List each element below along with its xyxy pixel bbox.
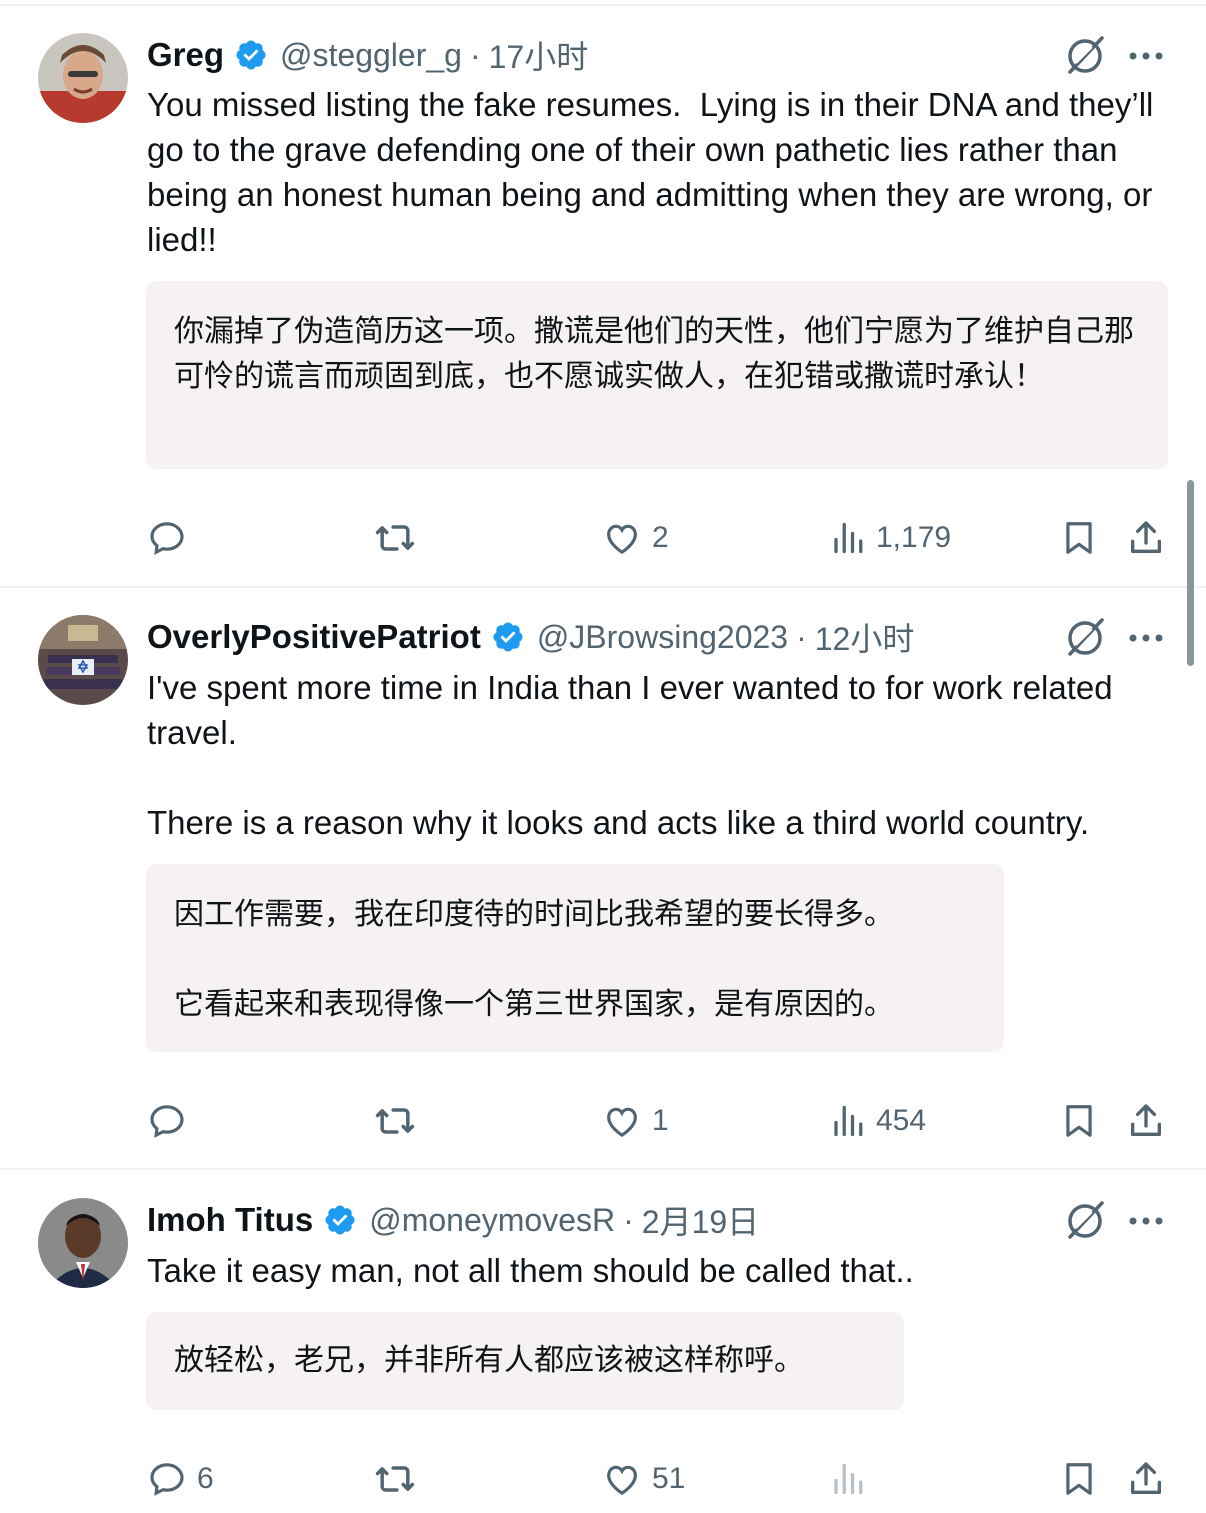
- views-button[interactable]: [830, 1455, 876, 1503]
- reply-icon: [150, 1463, 184, 1496]
- top-divider: [0, 4, 1206, 6]
- bookmark-button[interactable]: [1060, 514, 1098, 562]
- grok-icon[interactable]: [1062, 1198, 1108, 1244]
- repost-icon: [375, 1466, 415, 1492]
- like-button[interactable]: 2: [602, 514, 669, 562]
- verified-badge-icon: [323, 1203, 357, 1237]
- reply-icon: [150, 1105, 184, 1138]
- handle[interactable]: @steggler_g: [280, 37, 462, 74]
- like-icon: [607, 1465, 637, 1496]
- like-icon: [607, 1107, 637, 1138]
- separator: ·: [623, 1201, 634, 1238]
- reply-button[interactable]: [147, 514, 197, 562]
- views-icon: [834, 522, 863, 554]
- views-count: 1,179: [876, 521, 952, 554]
- action-bar: 1 454: [0, 1097, 1206, 1145]
- reply-button[interactable]: [147, 1097, 197, 1145]
- tweet-text: Take it easy man, not all them should be…: [147, 1252, 914, 1289]
- tweet-header: Greg @steggler_g · 17小时: [147, 35, 588, 75]
- translation-box: 因工作需要，我在印度待的时间比我希望的要长得多。 它看起来和表现得像一个第三世界…: [146, 864, 1004, 1052]
- tweet-text: I've spent more time in India than I eve…: [147, 669, 1113, 841]
- views-icon: [834, 1105, 863, 1137]
- tweet-header: OverlyPositivePatriot @JBrowsing2023 · 1…: [147, 617, 914, 657]
- handle[interactable]: @moneymovesR: [369, 1202, 615, 1239]
- repost-button[interactable]: [373, 1097, 417, 1145]
- share-button[interactable]: [1126, 1097, 1166, 1145]
- bookmark-button[interactable]: [1060, 1455, 1098, 1503]
- views-icon: [834, 1463, 863, 1495]
- verified-badge-icon: [234, 38, 268, 72]
- display-name[interactable]: OverlyPositivePatriot: [147, 618, 481, 656]
- reply-icon: [150, 522, 184, 555]
- bookmark-icon: [1066, 1105, 1092, 1137]
- timestamp[interactable]: 2月19日: [642, 1197, 759, 1243]
- more-icon[interactable]: [1126, 1201, 1166, 1241]
- share-icon: [1131, 1462, 1161, 1494]
- separator: ·: [469, 36, 481, 73]
- divider: [0, 1168, 1206, 1170]
- verified-badge-icon: [491, 620, 525, 654]
- separator: ·: [796, 618, 807, 655]
- scrollbar[interactable]: [1187, 480, 1194, 666]
- bookmark-icon: [1066, 522, 1092, 554]
- share-button[interactable]: [1126, 514, 1166, 562]
- bookmark-icon: [1066, 1463, 1092, 1495]
- action-bar: 2 1,179: [0, 514, 1206, 562]
- like-button[interactable]: 1: [602, 1097, 669, 1145]
- display-name[interactable]: Imoh Titus: [147, 1201, 313, 1239]
- display-name[interactable]: Greg: [147, 36, 224, 74]
- handle[interactable]: @JBrowsing2023: [537, 619, 788, 656]
- repost-icon: [375, 525, 415, 551]
- translation-box: 你漏掉了伪造简历这一项。撒谎是他们的天性，他们宁愿为了维护自己那可怜的谎言而顽固…: [146, 281, 1168, 469]
- grok-icon[interactable]: [1062, 615, 1108, 661]
- more-icon[interactable]: [1126, 36, 1166, 76]
- repost-button[interactable]: [373, 514, 417, 562]
- translation-box: 放轻松，老兄，并非所有人都应该被这样称呼。: [146, 1312, 904, 1410]
- avatar[interactable]: [38, 615, 128, 705]
- views-button[interactable]: 454: [830, 1097, 926, 1145]
- like-count: 1: [652, 1104, 669, 1137]
- share-icon: [1131, 1104, 1161, 1136]
- like-icon: [607, 524, 637, 555]
- reply-count: 6: [197, 1462, 214, 1495]
- tweet-header: Imoh Titus @moneymovesR · 2月19日: [147, 1200, 759, 1240]
- action-bar: 6 51: [0, 1455, 1206, 1503]
- timestamp[interactable]: 12小时: [815, 614, 915, 660]
- more-icon[interactable]: [1126, 618, 1166, 658]
- share-button[interactable]: [1126, 1455, 1166, 1503]
- views-button[interactable]: 1,179: [830, 514, 951, 562]
- bookmark-button[interactable]: [1060, 1097, 1098, 1145]
- reply-button[interactable]: 6: [147, 1455, 214, 1503]
- grok-icon[interactable]: [1062, 33, 1108, 79]
- repost-button[interactable]: [373, 1455, 417, 1503]
- avatar[interactable]: [38, 33, 128, 123]
- views-count: 454: [876, 1104, 927, 1137]
- like-button[interactable]: 51: [602, 1455, 685, 1503]
- divider: [0, 586, 1206, 588]
- repost-icon: [375, 1108, 415, 1134]
- avatar[interactable]: [38, 1198, 128, 1288]
- like-count: 51: [652, 1462, 686, 1495]
- like-count: 2: [652, 521, 669, 554]
- timestamp[interactable]: 17小时: [489, 32, 589, 78]
- share-icon: [1131, 521, 1161, 553]
- tweet-text: You missed listing the fake resumes. Lyi…: [147, 86, 1172, 258]
